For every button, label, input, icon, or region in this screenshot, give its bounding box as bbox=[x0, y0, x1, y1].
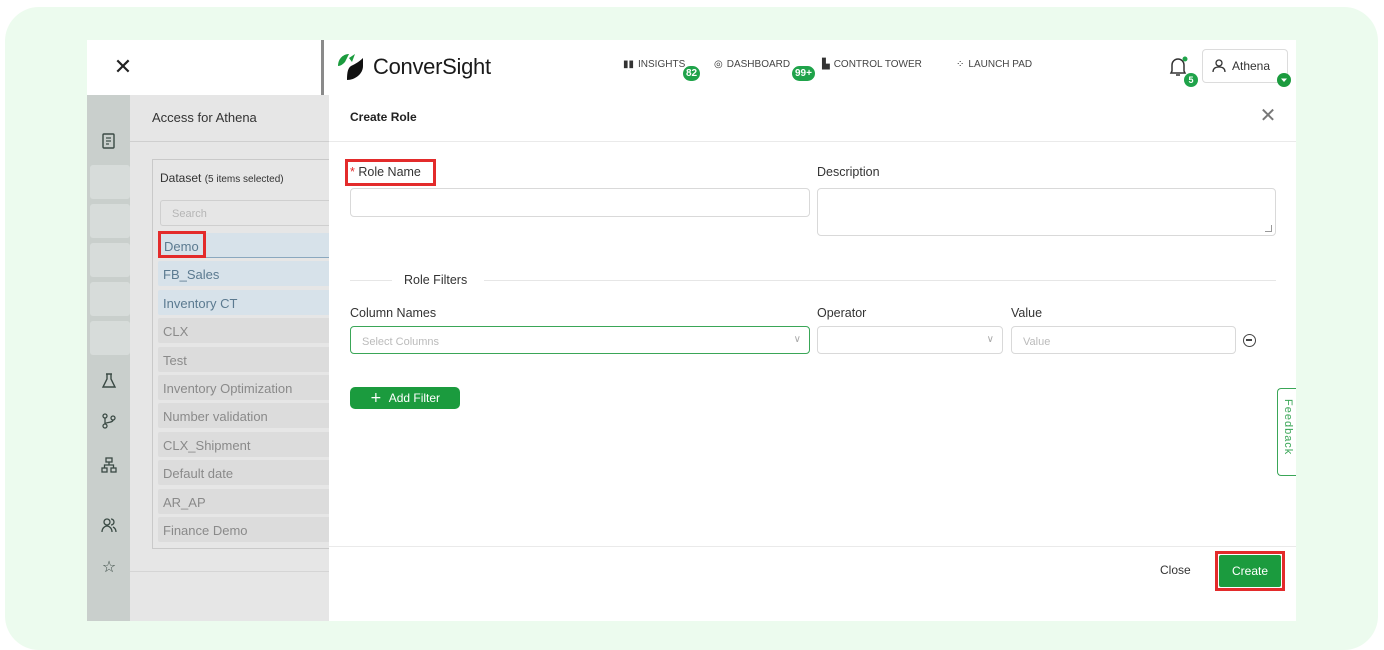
feedback-label: Feedback bbox=[1282, 399, 1294, 456]
value-input[interactable]: Value bbox=[1011, 326, 1236, 354]
conversight-logo-icon bbox=[338, 54, 363, 80]
divider bbox=[130, 141, 329, 142]
value-label: Value bbox=[1011, 306, 1043, 320]
role-name-input[interactable] bbox=[350, 188, 810, 217]
dashboard-icon: ◎ bbox=[714, 59, 723, 70]
required-mark: * bbox=[350, 165, 355, 179]
user-dropdown-icon[interactable] bbox=[1277, 73, 1291, 87]
add-filter-button[interactable]: + Add Filter bbox=[350, 387, 460, 409]
dataset-item-label: AR_AP bbox=[163, 494, 206, 510]
dataset-search-input[interactable]: Search bbox=[160, 200, 329, 226]
dataset-item[interactable]: Inventory Optimization bbox=[158, 374, 329, 400]
dataset-item[interactable]: CLX bbox=[158, 318, 329, 344]
value-placeholder: Value bbox=[1023, 336, 1051, 348]
rail-slot[interactable] bbox=[90, 165, 130, 199]
launch-pad-icon: ⁘ bbox=[956, 59, 965, 70]
dataset-item-label: CLX bbox=[163, 324, 189, 340]
chevron-down-icon: ∨ bbox=[986, 334, 994, 345]
nav-insights[interactable]: ▮▮ INSIGHTS bbox=[623, 59, 685, 70]
dataset-item-demo[interactable]: Demo bbox=[158, 231, 329, 258]
operator-select[interactable]: ∨ bbox=[817, 326, 1003, 354]
dataset-label: Dataset bbox=[160, 171, 202, 185]
feedback-tab[interactable]: Feedback bbox=[1277, 388, 1296, 476]
report-icon[interactable] bbox=[99, 133, 119, 153]
left-rail: ☆ bbox=[87, 95, 130, 621]
description-input[interactable] bbox=[817, 188, 1276, 236]
users-icon[interactable] bbox=[99, 517, 119, 537]
nav-control-tower[interactable]: ▙ CONTROL TOWER bbox=[822, 59, 922, 70]
chevron-down-icon: ∨ bbox=[793, 334, 801, 345]
dataset-item-label: FB_Sales bbox=[163, 267, 220, 283]
close-icon[interactable]: ✕ bbox=[1258, 105, 1278, 125]
dataset-item-label: CLX_Shipment bbox=[163, 437, 251, 453]
dataset-item[interactable]: AR_AP bbox=[158, 488, 329, 514]
create-role-modal bbox=[329, 95, 1296, 621]
divider bbox=[130, 571, 329, 572]
dataset-item[interactable]: Finance Demo bbox=[158, 516, 329, 542]
plus-icon: + bbox=[369, 390, 382, 406]
column-names-placeholder: Select Columns bbox=[362, 336, 440, 348]
dataset-item-label: Test bbox=[163, 352, 187, 368]
star-icon[interactable]: ☆ bbox=[99, 557, 119, 577]
close-button[interactable]: Close bbox=[1160, 563, 1191, 577]
nav-dashboard[interactable]: ◎ DASHBOARD bbox=[714, 59, 790, 70]
dataset-count: (5 items selected) bbox=[204, 174, 284, 185]
control-tower-icon: ▙ bbox=[822, 59, 830, 70]
dataset-item[interactable]: Test bbox=[158, 346, 329, 372]
dashboard-badge: 99+ bbox=[792, 66, 815, 81]
description-label: Description bbox=[817, 165, 880, 179]
hierarchy-icon[interactable] bbox=[99, 457, 119, 477]
remove-filter-icon[interactable] bbox=[1243, 334, 1256, 347]
dataset-item-label: Default date bbox=[163, 466, 234, 482]
dataset-item[interactable]: CLX_Shipment bbox=[158, 431, 329, 457]
dataset-item[interactable]: Number validation bbox=[158, 403, 329, 429]
rail-slot[interactable] bbox=[90, 204, 130, 238]
rail-slot[interactable] bbox=[90, 282, 130, 316]
dataset-item[interactable]: Default date bbox=[158, 460, 329, 486]
dataset-item-label: Number validation bbox=[163, 409, 268, 425]
close-panel-icon[interactable]: ✕ bbox=[112, 56, 134, 80]
brand-name: ConverSight bbox=[373, 54, 491, 79]
user-icon bbox=[1212, 59, 1226, 73]
rail-slot[interactable] bbox=[90, 321, 130, 355]
modal-title: Create Role bbox=[350, 110, 417, 124]
column-names-label: Column Names bbox=[350, 306, 437, 320]
divider bbox=[329, 546, 1296, 547]
operator-label: Operator bbox=[817, 306, 867, 320]
role-name-label-text: Role Name bbox=[358, 165, 421, 179]
dataset-header: Dataset (5 items selected) bbox=[160, 171, 284, 185]
nav-launch-pad-label: LAUNCH PAD bbox=[968, 59, 1033, 70]
dataset-list: Demo FB_Sales Inventory CT CLX Test Inve… bbox=[158, 231, 329, 545]
rail-slot[interactable] bbox=[90, 243, 130, 277]
nav-dashboard-label: DASHBOARD bbox=[726, 59, 791, 70]
add-filter-label: Add Filter bbox=[388, 391, 441, 405]
dataset-item[interactable]: Inventory CT bbox=[158, 289, 329, 315]
navbar-divider bbox=[321, 40, 324, 95]
user-name: Athena bbox=[1232, 59, 1271, 73]
column-names-select[interactable]: Select Columns ∨ bbox=[350, 326, 810, 354]
create-button[interactable]: Create bbox=[1219, 555, 1281, 587]
resize-handle[interactable] bbox=[1265, 225, 1272, 232]
dataset-item[interactable]: FB_Sales bbox=[158, 261, 329, 287]
flask-icon[interactable] bbox=[99, 373, 119, 393]
divider bbox=[484, 280, 1276, 281]
branch-icon[interactable] bbox=[99, 413, 119, 433]
dataset-item-label: Finance Demo bbox=[163, 522, 248, 538]
divider bbox=[329, 141, 1296, 142]
dataset-item-label: Inventory CT bbox=[163, 295, 238, 311]
access-panel-title: Access for Athena bbox=[152, 110, 257, 125]
role-name-label: * Role Name bbox=[350, 165, 421, 179]
role-filters-label: Role Filters bbox=[404, 273, 468, 287]
nav-launch-pad[interactable]: ⁘ LAUNCH PAD bbox=[956, 59, 1032, 70]
insights-badge: 82 bbox=[683, 66, 701, 81]
bar-chart-icon: ▮▮ bbox=[623, 59, 635, 70]
dataset-item-label: Demo bbox=[158, 231, 206, 258]
notifications-badge: 5 bbox=[1184, 73, 1198, 87]
brand-logo[interactable]: ConverSight bbox=[335, 50, 491, 84]
nav-control-tower-label: CONTROL TOWER bbox=[833, 59, 922, 70]
divider bbox=[350, 280, 392, 281]
dataset-item-label: Inventory Optimization bbox=[163, 380, 293, 396]
user-menu-button[interactable]: Athena bbox=[1202, 49, 1288, 83]
nav-insights-label: INSIGHTS bbox=[638, 59, 686, 70]
